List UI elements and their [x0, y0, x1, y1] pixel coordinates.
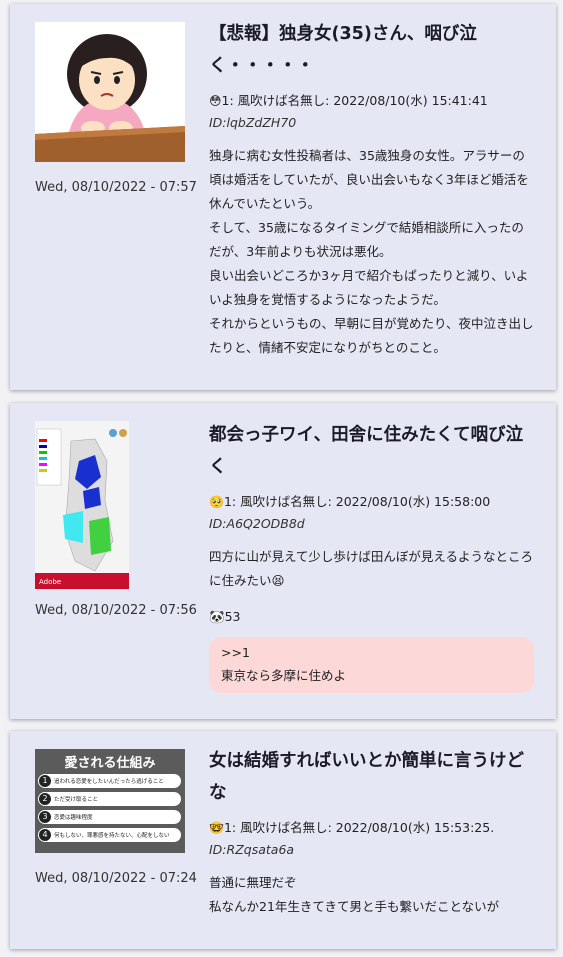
post-card: Wed, 08/10/2022 - 07:57 【悲報】独身女(35)さん、咽び… — [10, 4, 556, 390]
post-date: Wed, 08/10/2022 - 07:56 — [35, 603, 197, 618]
post-card: Adobe Wed, 08/10/2022 - 07:56 都会っ子ワイ、田舎に… — [10, 403, 556, 719]
post-title[interactable]: 都会っ子ワイ、田舎に住みたくて咽び泣く — [209, 419, 534, 483]
post-paragraph: 四方に山が見えて少し歩けば田んぼが見えるようなところに住みたい😫 — [209, 549, 534, 588]
post-thumbnail[interactable] — [35, 22, 185, 162]
japan-region-map: Adobe — [35, 421, 129, 589]
woman-at-desk-illustration — [35, 22, 185, 162]
infographic-item: 3 恋愛は趣味程度 — [38, 810, 181, 824]
flushed-face-icon: 😳 — [209, 94, 222, 108]
item-text: ただ受け取ること — [54, 797, 99, 803]
post-count-line: 🐼53 — [209, 609, 241, 624]
post-thumbnail[interactable]: 愛される仕組み 1 追われる恋愛をしたいんだったら逃げること 2 ただ受け取るこ… — [35, 749, 185, 853]
post-card: 愛される仕組み 1 追われる恋愛をしたいんだったら逃げること 2 ただ受け取るこ… — [10, 731, 556, 949]
item-number: 2 — [39, 793, 51, 805]
reply-quote: >>1 東京なら多摩に住めよ — [209, 637, 534, 693]
infographic-heading: 愛される仕組み — [64, 756, 156, 771]
post-paragraph: 私なんか21年生きてきて男と手も繋いだことないが — [209, 899, 500, 914]
post-meta-line: 1: 風吹けば名無し: 2022/08/10(水) 15:58:00 — [223, 494, 491, 509]
post-body: 四方に山が見えて少し歩けば田んぼが見えるようなところに住みたい😫 🐼53 >>1… — [209, 545, 534, 693]
post-paragraph: 独身に病む女性投稿者は、35歳独身の女性。アラサーの頃は婚活をしていたが、良い出… — [209, 148, 529, 211]
infographic-item: 2 ただ受け取ること — [38, 792, 181, 806]
pleading-face-icon: 🥺 — [209, 495, 224, 509]
post-paragraph: 普通に無理だぞ — [209, 875, 297, 890]
infographic-item: 4 何もしない、罪悪感を持たない、心配をしない — [38, 828, 181, 842]
post-id: ID:RZqsata6a — [209, 842, 295, 857]
reply-text: 東京なら多摩に住めよ — [221, 668, 347, 683]
infographic-item: 1 追われる恋愛をしたいんだったら逃げること — [38, 774, 181, 788]
post-date: Wed, 08/10/2022 - 07:57 — [35, 180, 197, 195]
nerd-face-icon: 🤓 — [209, 821, 224, 835]
post-meta: 😳1: 風吹けば名無し: 2022/08/10(水) 15:41:41 ID:l… — [209, 90, 534, 134]
reply-reference[interactable]: >>1 — [221, 641, 522, 664]
post-meta-line: 1: 風吹けば名無し: 2022/08/10(水) 15:53:25. — [223, 820, 495, 835]
infographic: 愛される仕組み 1 追われる恋愛をしたいんだったら逃げること 2 ただ受け取るこ… — [35, 749, 185, 853]
post-meta: 🥺1: 風吹けば名無し: 2022/08/10(水) 15:58:00 ID:A… — [209, 491, 534, 535]
map-footer-text: Adobe — [39, 578, 61, 586]
item-text: 追われる恋愛をしたいんだったら逃げること — [54, 779, 164, 785]
post-paragraph: そして、35歳になるタイミングで結婚相談所に入ったのだが、3年前よりも状況は悪化… — [209, 220, 524, 259]
post-id: ID:lqbZdZH70 — [209, 115, 297, 130]
item-text: 何もしない、罪悪感を持たない、心配をしない — [54, 833, 170, 839]
post-title[interactable]: 女は結婚すればいいとか簡単に言うけどな — [209, 745, 534, 809]
post-date: Wed, 08/10/2022 - 07:24 — [35, 871, 197, 886]
item-text: 恋愛は趣味程度 — [54, 815, 93, 821]
item-number: 1 — [39, 775, 51, 787]
post-body: 独身に病む女性投稿者は、35歳独身の女性。アラサーの頃は婚活をしていたが、良い出… — [209, 144, 534, 360]
item-number: 3 — [39, 811, 51, 823]
post-meta: 🤓1: 風吹けば名無し: 2022/08/10(水) 15:53:25. ID:… — [209, 817, 534, 861]
post-title[interactable]: 【悲報】独身女(35)さん、咽び泣く・・・・・ — [209, 18, 534, 82]
post-meta-line: 1: 風吹けば名無し: 2022/08/10(水) 15:41:41 — [221, 93, 488, 108]
post-id: ID:A6Q2ODB8d — [209, 516, 305, 531]
item-number: 4 — [39, 829, 51, 841]
post-paragraph: 良い出会いどころか3ヶ月で紹介もぱったりと減り、いよいよ独身を覚悟するようになっ… — [209, 268, 529, 307]
post-thumbnail[interactable]: Adobe — [35, 421, 129, 589]
post-paragraph: それからというもの、早朝に目が覚めたり、夜中泣き出したりと、情緒不安定になりがち… — [209, 316, 534, 355]
post-body: 普通に無理だぞ 私なんか21年生きてきて男と手も繋いだことないが — [209, 871, 534, 919]
